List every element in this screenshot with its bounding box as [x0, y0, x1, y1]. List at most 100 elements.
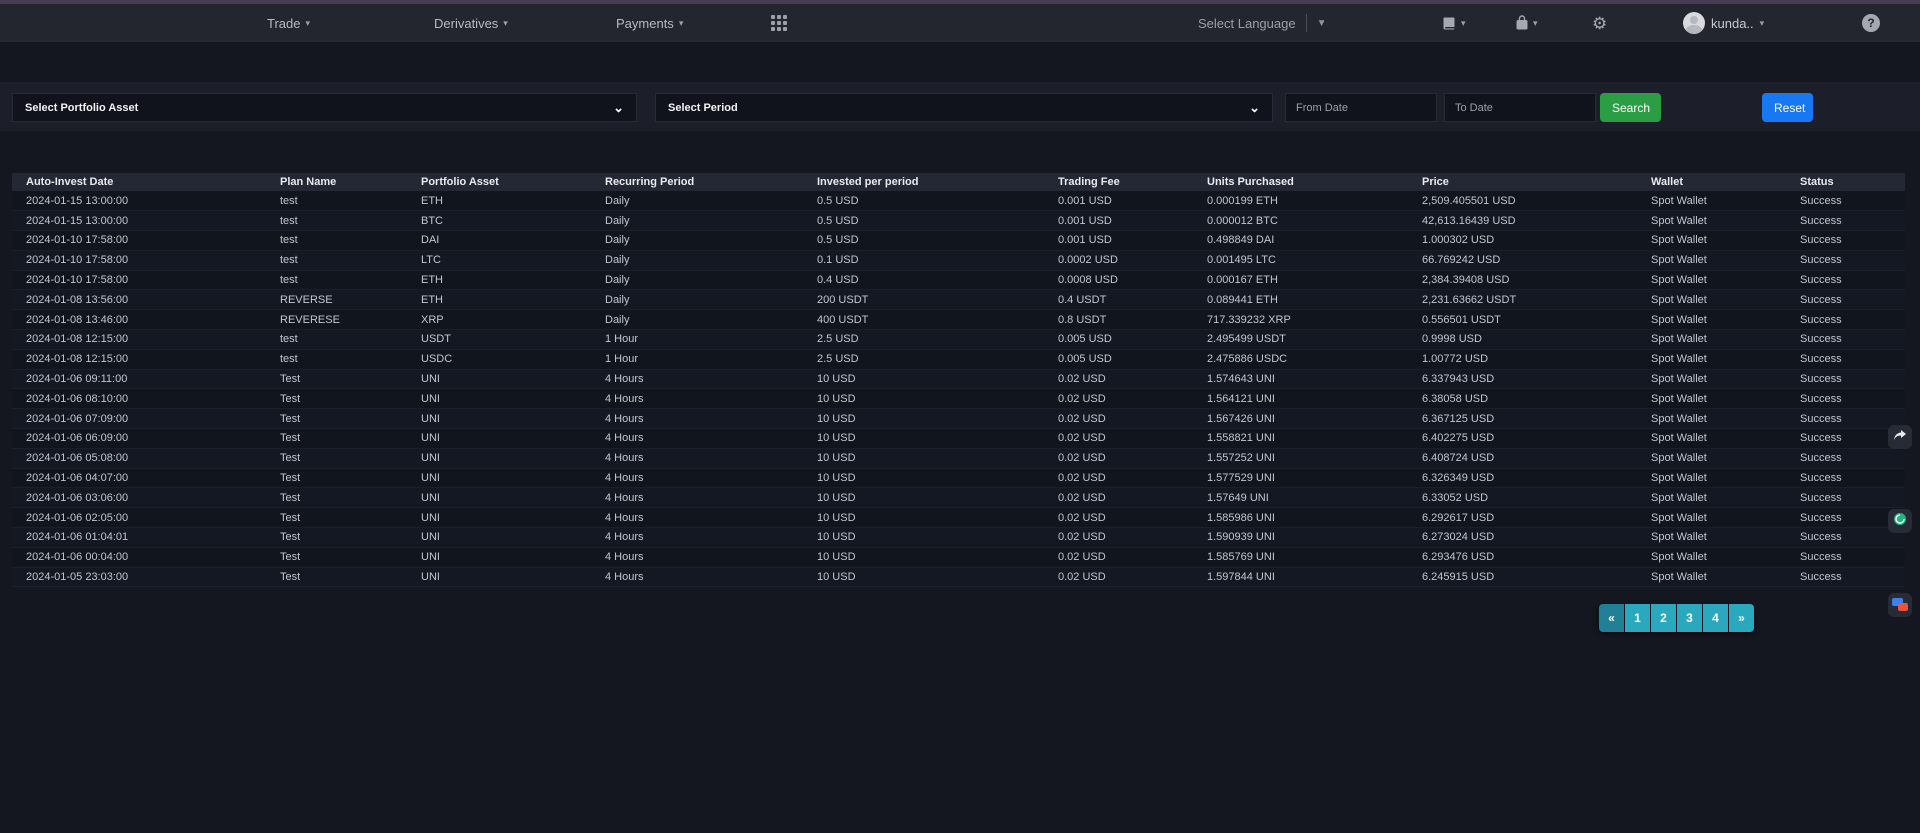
table-cell: UNI — [407, 409, 591, 429]
pagination-page-4[interactable]: 4 — [1703, 604, 1728, 632]
divider — [1306, 14, 1307, 32]
table-cell: Spot Wallet — [1637, 567, 1786, 587]
username-label: kunda.. — [1711, 16, 1754, 31]
table-cell: 10 USD — [803, 389, 1044, 409]
help-icon[interactable]: ? — [1862, 14, 1880, 32]
table-cell: 0.02 USD — [1044, 468, 1193, 488]
table-cell: 10 USD — [803, 448, 1044, 468]
table-cell: 0.5 USD — [803, 191, 1044, 211]
table-cell: Daily — [591, 211, 803, 231]
table-row: 2024-01-06 07:09:00TestUNI4 Hours10 USD0… — [12, 409, 1905, 429]
reset-button[interactable]: Reset — [1762, 93, 1813, 122]
table-cell: 6.273024 USD — [1408, 528, 1637, 548]
column-header: Invested per period — [803, 173, 1044, 191]
table-row: 2024-01-15 13:00:00testBTCDaily0.5 USD0.… — [12, 211, 1905, 231]
table-cell: 0.5 USD — [803, 211, 1044, 231]
gear-icon: ⚙ — [1592, 15, 1607, 32]
table-cell: UNI — [407, 389, 591, 409]
table-cell: 4 Hours — [591, 448, 803, 468]
table-header-row: Auto-Invest DatePlan NamePortfolio Asset… — [12, 173, 1905, 191]
orders-book-button[interactable]: ▾ — [1442, 4, 1466, 42]
language-selector[interactable]: Select Language ▼ — [1198, 4, 1327, 42]
nav-menu-trade[interactable]: Trade ▾ — [267, 4, 310, 42]
pagination-prev[interactable]: « — [1599, 604, 1624, 632]
user-avatar[interactable] — [1683, 12, 1705, 34]
table-cell: 2024-01-08 12:15:00 — [12, 349, 266, 369]
period-select-label: Select Period — [668, 102, 738, 114]
chevron-down-icon: ▾ — [305, 19, 310, 28]
column-header: Status — [1786, 173, 1905, 191]
table-cell: 2,384.39408 USD — [1408, 270, 1637, 290]
table-cell: test — [266, 349, 407, 369]
table-cell: 1.00772 USD — [1408, 349, 1637, 369]
table-cell: test — [266, 330, 407, 350]
chat-widget-button[interactable] — [1888, 593, 1912, 617]
table-cell: 1.000302 USD — [1408, 231, 1637, 251]
table-cell: Test — [266, 409, 407, 429]
table-cell: 1.585986 UNI — [1193, 508, 1408, 528]
column-header: Recurring Period — [591, 173, 803, 191]
table-cell: ETH — [407, 270, 591, 290]
pagination-page-1[interactable]: 1 — [1625, 604, 1650, 632]
table-cell: Test — [266, 448, 407, 468]
period-select[interactable]: Select Period ⌄ — [655, 93, 1273, 122]
table-cell: Daily — [591, 231, 803, 251]
table-cell: 10 USD — [803, 468, 1044, 488]
apps-grid-icon[interactable] — [771, 15, 789, 32]
table-cell: 10 USD — [803, 508, 1044, 528]
table-row: 2024-01-15 13:00:00testETHDaily0.5 USD0.… — [12, 191, 1905, 211]
nav-menu-payments[interactable]: Payments ▾ — [616, 4, 683, 42]
table-cell: 10 USD — [803, 567, 1044, 587]
table-cell: 6.292617 USD — [1408, 508, 1637, 528]
column-header: Auto-Invest Date — [12, 173, 266, 191]
table-cell: UNI — [407, 508, 591, 528]
to-date-input[interactable] — [1455, 102, 1585, 114]
nav-menu-derivatives[interactable]: Derivatives ▾ — [434, 4, 508, 42]
table-cell: 0.001 USD — [1044, 231, 1193, 251]
filter-panel: Select Portfolio Asset ⌄ Select Period ⌄… — [0, 82, 1920, 131]
from-date-input[interactable] — [1296, 102, 1426, 114]
table-cell: 1.597844 UNI — [1193, 567, 1408, 587]
table-cell: Daily — [591, 290, 803, 310]
pagination-next[interactable]: » — [1729, 604, 1754, 632]
settings-button[interactable]: ⚙ — [1592, 4, 1607, 42]
table-cell: Test — [266, 369, 407, 389]
table-cell: 66.769242 USD — [1408, 250, 1637, 270]
table-cell: XRP — [407, 310, 591, 330]
table-cell: Spot Wallet — [1637, 409, 1786, 429]
table-cell: 0.4 USDT — [1044, 290, 1193, 310]
table-cell: ETH — [407, 290, 591, 310]
table-cell: 0.000167 ETH — [1193, 270, 1408, 290]
chat-bubbles-icon — [1892, 598, 1908, 612]
chevron-down-icon: ▾ — [1760, 19, 1765, 28]
table-cell: 42,613.16439 USD — [1408, 211, 1637, 231]
table-cell: LTC — [407, 250, 591, 270]
table-cell: Spot Wallet — [1637, 508, 1786, 528]
table-cell: ETH — [407, 191, 591, 211]
table-row: 2024-01-06 05:08:00TestUNI4 Hours10 USD0… — [12, 448, 1905, 468]
table-cell: Spot Wallet — [1637, 389, 1786, 409]
portfolio-asset-select[interactable]: Select Portfolio Asset ⌄ — [12, 93, 637, 122]
table-cell: 0.02 USD — [1044, 528, 1193, 548]
table-cell: 2024-01-15 13:00:00 — [12, 211, 266, 231]
pagination-page-3[interactable]: 3 — [1677, 604, 1702, 632]
table-cell: 0.005 USD — [1044, 330, 1193, 350]
table-cell: test — [266, 270, 407, 290]
pagination-page-2[interactable]: 2 — [1651, 604, 1676, 632]
table-cell: 0.9998 USD — [1408, 330, 1637, 350]
assets-bag-button[interactable]: ▾ — [1515, 4, 1538, 42]
table-cell: Test — [266, 528, 407, 548]
table-cell: 4 Hours — [591, 409, 803, 429]
table-cell: test — [266, 250, 407, 270]
table-cell: 1.564121 UNI — [1193, 389, 1408, 409]
green-widget-button[interactable] — [1888, 509, 1912, 533]
table-cell: Success — [1786, 547, 1905, 567]
top-navbar: Trade ▾ Derivatives ▾ Payments ▾ Select … — [0, 4, 1920, 42]
column-header: Wallet — [1637, 173, 1786, 191]
search-button[interactable]: Search — [1600, 93, 1661, 122]
table-row: 2024-01-08 13:56:00REVERSEETHDaily200 US… — [12, 290, 1905, 310]
share-widget-button[interactable] — [1888, 425, 1912, 449]
table-cell: 2024-01-05 23:03:00 — [12, 567, 266, 587]
table-cell: 0.02 USD — [1044, 409, 1193, 429]
user-menu[interactable]: kunda.. ▾ — [1711, 4, 1764, 42]
